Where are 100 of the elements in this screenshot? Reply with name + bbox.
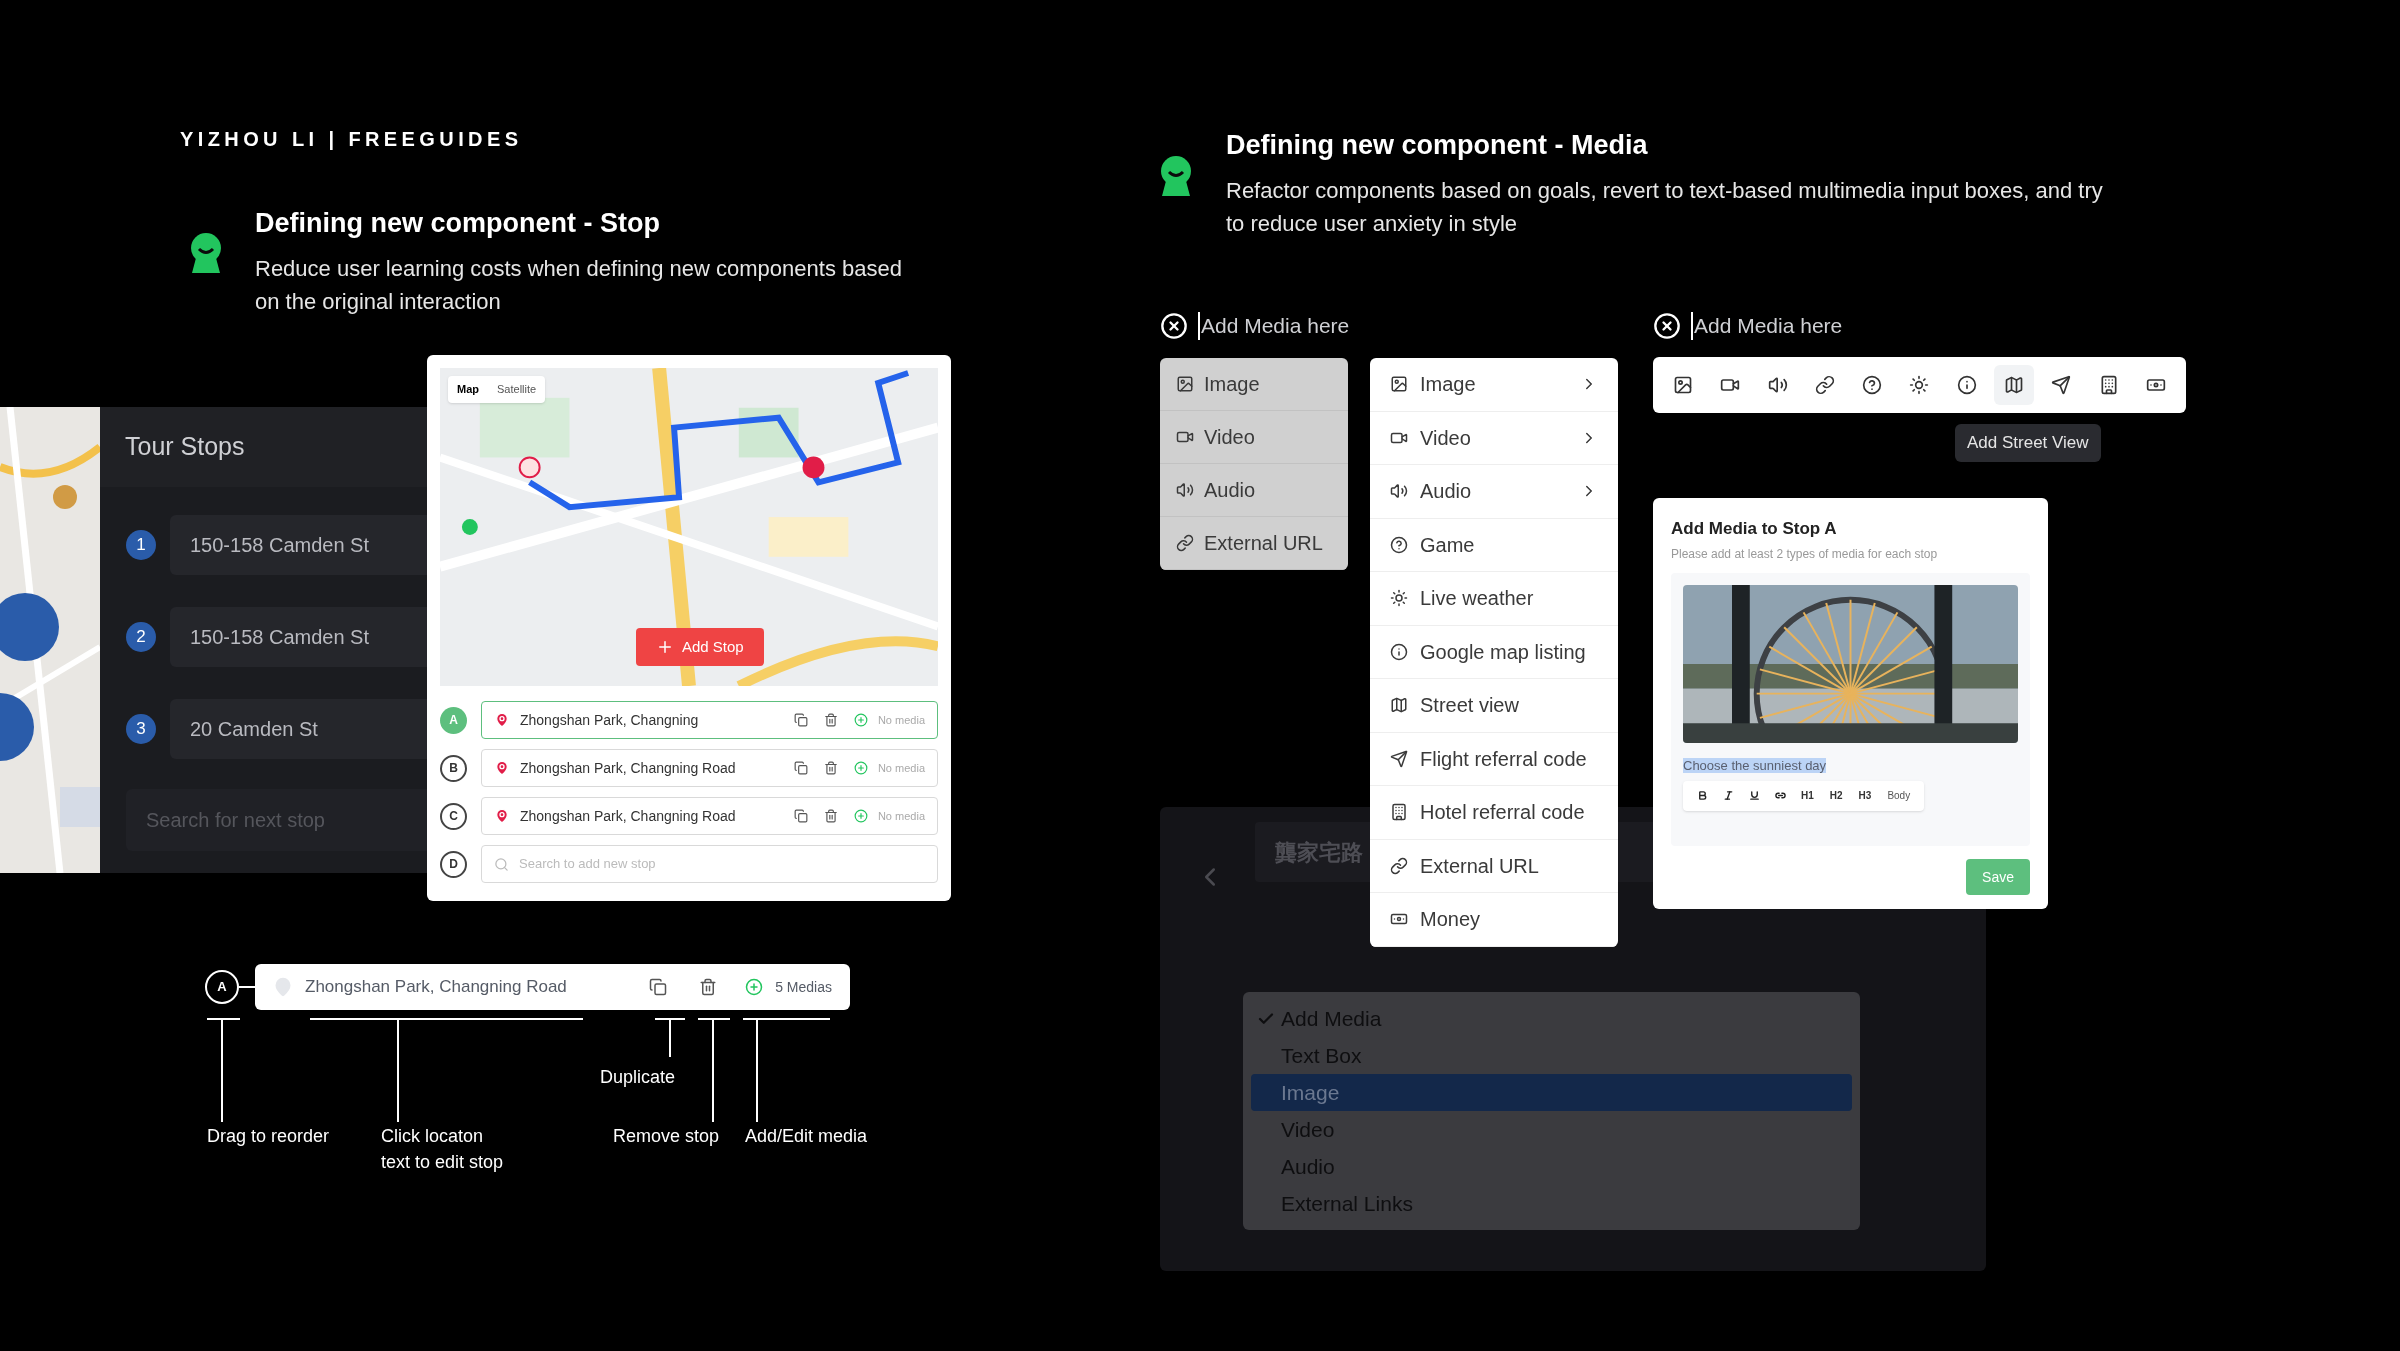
trash-icon[interactable] xyxy=(823,713,838,727)
media-status: No media xyxy=(877,808,925,824)
add-media-field[interactable]: Add Media here xyxy=(1691,312,1843,340)
menu-item[interactable]: Money xyxy=(1370,893,1618,947)
close-icon[interactable] xyxy=(1653,312,1681,340)
menu-item[interactable]: Live weather xyxy=(1370,572,1618,626)
menu-item[interactable]: Hotel referral code xyxy=(1370,786,1618,840)
heading-button[interactable]: H1 xyxy=(1797,788,1818,803)
section-title: Defining new component - Stop xyxy=(255,207,661,240)
menu-item-label: External URL xyxy=(1420,853,1540,879)
stop-field[interactable]: Zhongshan Park, Changning No media xyxy=(481,701,938,739)
pin-icon xyxy=(494,808,510,824)
menu-item-label: Live weather xyxy=(1420,586,1535,612)
menu-item[interactable]: Image xyxy=(1160,358,1348,411)
image-icon xyxy=(1673,375,1693,395)
stop-field[interactable]: Zhongshan Park, Changning Road 5 Medias xyxy=(255,964,850,1010)
menu-item[interactable]: Audio xyxy=(1370,465,1618,519)
stop-field[interactable]: Zhongshan Park, Changning Road No media xyxy=(481,797,938,835)
map-icon xyxy=(1390,696,1408,715)
add-media-field[interactable]: Add Media here xyxy=(1198,312,1350,340)
stop-location[interactable]: Zhongshan Park, Changning Road xyxy=(520,757,784,779)
menu-item[interactable]: Street view xyxy=(1370,679,1618,733)
annotation-label: Add/Edit media xyxy=(745,1125,868,1148)
stop-field[interactable]: Zhongshan Park, Changning Road No media xyxy=(481,749,938,787)
help-icon xyxy=(1862,375,1883,395)
menu-item[interactable]: Audio xyxy=(1160,464,1348,517)
heading-button[interactable]: H3 xyxy=(1854,788,1876,803)
stop-letter[interactable]: B xyxy=(440,754,467,782)
menu-item[interactable]: Game xyxy=(1370,518,1618,572)
dialog-title: Add Media to Stop A xyxy=(1671,518,1838,540)
menu-item-label: Money xyxy=(1420,907,1482,933)
pin-icon xyxy=(273,977,293,997)
annotation-label: Duplicate xyxy=(600,1066,676,1089)
italic-icon xyxy=(1722,790,1734,801)
menu-item-label: Audio xyxy=(1420,479,1473,505)
stop-location[interactable]: Zhongshan Park, Changning xyxy=(520,709,784,731)
stop-field[interactable]: 20 Camden St xyxy=(170,699,430,759)
menu-item-label: Image xyxy=(1281,1079,1340,1106)
speaker-icon xyxy=(1767,375,1788,395)
menu-item-label: Image xyxy=(1420,372,1477,398)
heading-button[interactable]: Body xyxy=(1883,788,1915,803)
link-icon xyxy=(1176,534,1194,552)
stop-number: 1 xyxy=(126,530,156,560)
trash-icon[interactable] xyxy=(823,761,838,775)
menu-item[interactable]: Google map listing xyxy=(1370,625,1618,679)
building-icon xyxy=(1390,803,1408,822)
stop-letter[interactable]: C xyxy=(440,802,467,830)
trash-icon[interactable] xyxy=(699,978,718,996)
brand-title: YIZHOU LI | FREEGUIDES xyxy=(180,127,523,152)
image-icon xyxy=(1390,375,1408,394)
underline-icon xyxy=(1748,790,1760,801)
stop-field[interactable]: 150-158 Camden St xyxy=(170,515,430,575)
menu-item[interactable]: Video xyxy=(1160,411,1348,464)
media-status: 5 Medias xyxy=(775,977,832,997)
search-icon xyxy=(494,856,509,872)
panel-title: Tour Stops xyxy=(100,407,430,487)
media-status: No media xyxy=(877,712,925,728)
trash-icon[interactable] xyxy=(823,809,838,823)
close-icon[interactable] xyxy=(1160,312,1188,340)
menu-item[interactable]: Flight referral code xyxy=(1370,732,1618,786)
link-icon xyxy=(1814,375,1835,395)
stop-letter[interactable]: A xyxy=(205,970,239,1004)
bold-icon xyxy=(1696,790,1708,801)
link-icon xyxy=(1390,856,1408,875)
send-icon xyxy=(1390,749,1408,768)
sun-icon xyxy=(1909,375,1930,395)
heading-button[interactable]: H2 xyxy=(1825,788,1847,803)
pin-icon xyxy=(494,760,510,776)
image-icon xyxy=(1176,375,1194,393)
stop-location[interactable]: Zhongshan Park, Changning Road xyxy=(520,805,784,827)
menu-item-label: Hotel referral code xyxy=(1420,800,1586,826)
annotation-label: Click locaton text to edit stop xyxy=(381,1125,504,1174)
stop-field[interactable]: 150-158 Camden St xyxy=(170,607,430,667)
dialog-subtitle: Please add at least 2 types of media for each stop xyxy=(1671,545,1939,563)
copy-icon[interactable] xyxy=(793,809,808,823)
menu-item[interactable]: Video xyxy=(1370,411,1618,465)
stop-location[interactable]: Zhongshan Park, Changning Road xyxy=(305,974,638,1000)
map-tab[interactable]: Satellite xyxy=(488,376,546,403)
mascot-icon xyxy=(188,232,224,274)
annotation-label: Drag to reorder xyxy=(207,1125,330,1148)
link-icon xyxy=(1774,790,1786,801)
add-stop-button[interactable]: Add Stop xyxy=(636,628,764,666)
copy-icon[interactable] xyxy=(793,761,808,775)
menu-item[interactable]: Image xyxy=(1370,358,1618,412)
info-icon xyxy=(1390,642,1408,661)
menu-item-label: Video xyxy=(1420,425,1472,451)
menu-item-label: Google map listing xyxy=(1420,639,1587,665)
copy-icon[interactable] xyxy=(793,713,808,727)
toolbar-button[interactable] xyxy=(1994,365,2035,405)
copy-icon[interactable] xyxy=(649,978,668,996)
stop-letter[interactable]: D xyxy=(440,850,467,878)
editor-area[interactable]: Choose the sunniest day H1 H2 H3 Body xyxy=(1671,572,2030,846)
menu-item[interactable]: External URL xyxy=(1160,517,1348,570)
annotation-label: Remove stop xyxy=(613,1125,720,1148)
menu-item-label: Street view xyxy=(1420,693,1520,719)
map-tab[interactable]: Map xyxy=(448,376,488,403)
send-icon xyxy=(2051,375,2072,395)
sun-icon xyxy=(1390,589,1408,608)
caption-text[interactable]: Choose the sunniest day xyxy=(1683,757,1827,773)
menu-item[interactable]: External URL xyxy=(1370,839,1618,893)
